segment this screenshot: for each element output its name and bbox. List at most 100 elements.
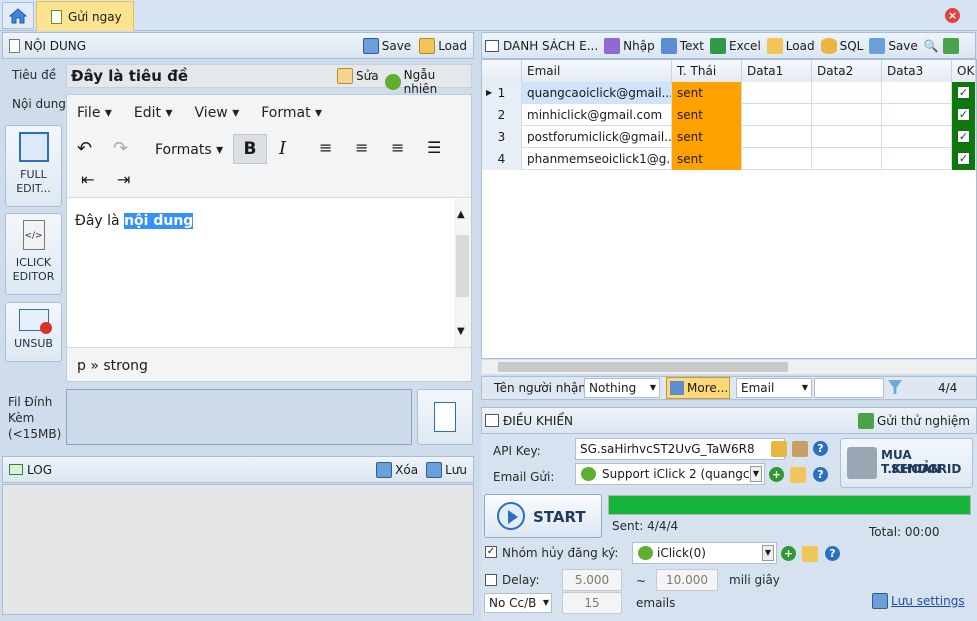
outdent-icon[interactable]: ⇤ xyxy=(81,170,94,189)
sender-email-select[interactable]: Support iClick 2 (quangca ▼ xyxy=(575,463,765,485)
test-send-button[interactable]: Gửi thử nghiệm xyxy=(857,412,970,429)
ok-cell[interactable]: ✓ xyxy=(952,126,976,148)
formats-dropdown[interactable]: Formats ▾ xyxy=(155,142,223,158)
ok-checkbox[interactable]: ✓ xyxy=(957,130,970,143)
help-icon[interactable]: ? xyxy=(813,467,828,482)
log-save-button[interactable]: Lưu xyxy=(426,461,467,478)
italic-button[interactable]: I xyxy=(279,138,286,159)
email-cell[interactable]: phanmemseoiclick1@g... xyxy=(522,148,672,170)
field-select[interactable]: Email ▼ xyxy=(736,378,812,398)
data3-cell[interactable] xyxy=(882,148,952,170)
status-cell[interactable]: sent xyxy=(672,148,742,170)
api-key-input[interactable]: SG.saHirhvcST2UvG_TaW6R8 xyxy=(575,438,785,460)
menu-view[interactable]: View ▾ xyxy=(195,105,240,121)
data1-cell[interactable] xyxy=(742,104,812,126)
col-status[interactable]: T. Thái xyxy=(672,60,742,82)
email-cell[interactable]: minhiclick@gmail.com xyxy=(522,104,672,126)
list-load-button[interactable]: Load xyxy=(766,37,815,54)
help-icon[interactable]: ? xyxy=(813,441,828,456)
undo-icon[interactable]: ↶ xyxy=(77,138,92,159)
full-edit-button[interactable]: FULL EDIT... xyxy=(5,125,62,207)
receiver-select[interactable]: Nothing ▼ xyxy=(584,378,660,398)
editor-body[interactable]: Đây là nội dung xyxy=(75,213,194,229)
bold-button[interactable]: B xyxy=(233,134,267,164)
home-tab[interactable] xyxy=(2,2,34,29)
editor-scrollbar[interactable]: ▲ ▼ xyxy=(454,199,471,347)
menu-edit[interactable]: Edit ▾ xyxy=(134,105,173,121)
folder-icon[interactable] xyxy=(790,467,806,483)
table-row[interactable]: ▶ 1 quangcaoiclick@gmail.... sent ✓ xyxy=(482,82,976,104)
scroll-thumb[interactable] xyxy=(456,235,469,297)
col-data1[interactable]: Data1 xyxy=(742,60,812,82)
help-icon[interactable]: ? xyxy=(825,546,840,561)
justify-icon[interactable]: ☰ xyxy=(427,138,441,157)
random-subject-button[interactable]: Ngẫu nhiên xyxy=(385,68,471,96)
align-right-icon[interactable]: ≡ xyxy=(391,138,404,157)
grid-hscrollbar[interactable] xyxy=(482,360,976,374)
col-data2[interactable]: Data2 xyxy=(812,60,882,82)
iclick-editor-button[interactable]: </> ICLICK EDITOR xyxy=(5,213,62,295)
unsub-button[interactable]: UNSUB xyxy=(5,302,62,362)
col-email[interactable]: Email xyxy=(522,60,672,82)
unsub-group-select[interactable]: iClick(0) ▼ xyxy=(632,542,777,564)
log-delete-button[interactable]: Xóa xyxy=(376,461,418,478)
ok-checkbox[interactable]: ✓ xyxy=(957,108,970,121)
data2-cell[interactable] xyxy=(812,126,882,148)
menu-file[interactable]: File ▾ xyxy=(77,105,112,121)
data1-cell[interactable] xyxy=(742,82,812,104)
table-row[interactable]: 2 minhiclick@gmail.com sent ✓ xyxy=(482,104,976,126)
start-button[interactable]: START xyxy=(484,494,602,538)
content-load-button[interactable]: Load xyxy=(419,37,467,54)
data1-cell[interactable] xyxy=(742,148,812,170)
data2-cell[interactable] xyxy=(812,104,882,126)
key-icon[interactable] xyxy=(771,441,787,457)
data3-cell[interactable] xyxy=(882,104,952,126)
list-save-button[interactable]: Save xyxy=(869,37,918,54)
indent-icon[interactable]: ⇥ xyxy=(117,170,130,189)
unsub-group-checkbox[interactable]: ✓ xyxy=(485,546,497,558)
menu-format[interactable]: Format ▾ xyxy=(261,105,322,121)
data1-cell[interactable] xyxy=(742,126,812,148)
emails-count-input[interactable]: 15 xyxy=(562,592,622,614)
log-area[interactable] xyxy=(2,484,474,615)
col-ok[interactable]: OK xyxy=(952,60,976,82)
add-icon[interactable]: + xyxy=(781,546,796,561)
paste-icon[interactable] xyxy=(792,441,808,457)
data2-cell[interactable] xyxy=(812,82,882,104)
status-cell[interactable]: sent xyxy=(672,126,742,148)
email-cell[interactable]: postforumiclick@gmail.... xyxy=(522,126,672,148)
attach-file-button[interactable] xyxy=(417,389,473,445)
tab-send-now[interactable]: Gửi ngay xyxy=(36,1,134,31)
cc-select[interactable]: No Cc/B ▼ xyxy=(484,593,552,613)
close-icon[interactable]: × xyxy=(945,8,960,23)
align-left-icon[interactable]: ≡ xyxy=(319,138,332,157)
table-row[interactable]: 3 postforumiclick@gmail.... sent ✓ xyxy=(482,126,976,148)
ok-cell[interactable]: ✓ xyxy=(952,104,976,126)
col-data3[interactable]: Data3 xyxy=(882,60,952,82)
ok-cell[interactable]: ✓ xyxy=(952,82,976,104)
excel-button[interactable]: Excel xyxy=(709,37,761,54)
data3-cell[interactable] xyxy=(882,82,952,104)
ok-checkbox[interactable]: ✓ xyxy=(957,86,970,99)
edit-subject-button[interactable]: Sửa xyxy=(337,68,379,84)
table-row[interactable]: 4 phanmemseoiclick1@g... sent ✓ xyxy=(482,148,976,170)
buy-sendgrid-button[interactable]: MUA T.KHOẢN SENDGRID xyxy=(840,438,973,488)
more-button[interactable]: More... xyxy=(666,377,730,399)
sql-button[interactable]: SQL xyxy=(820,37,863,54)
align-center-icon[interactable]: ≡ xyxy=(355,138,368,157)
scroll-down-icon[interactable]: ▼ xyxy=(457,326,465,337)
email-cell[interactable]: quangcaoiclick@gmail.... xyxy=(522,82,672,104)
data2-cell[interactable] xyxy=(812,148,882,170)
text-button[interactable]: Text xyxy=(660,37,704,54)
status-cell[interactable]: sent xyxy=(672,82,742,104)
folder-icon[interactable] xyxy=(802,546,818,562)
filter-input[interactable] xyxy=(814,378,884,398)
status-cell[interactable]: sent xyxy=(672,104,742,126)
filter-icon[interactable] xyxy=(888,380,902,394)
ok-checkbox[interactable]: ✓ xyxy=(957,152,970,165)
data3-cell[interactable] xyxy=(882,126,952,148)
import-button[interactable]: Nhập xyxy=(604,37,655,54)
attachment-list[interactable] xyxy=(66,389,412,445)
redo-icon[interactable]: ↷ xyxy=(113,138,128,159)
hscroll-thumb[interactable] xyxy=(498,362,788,372)
